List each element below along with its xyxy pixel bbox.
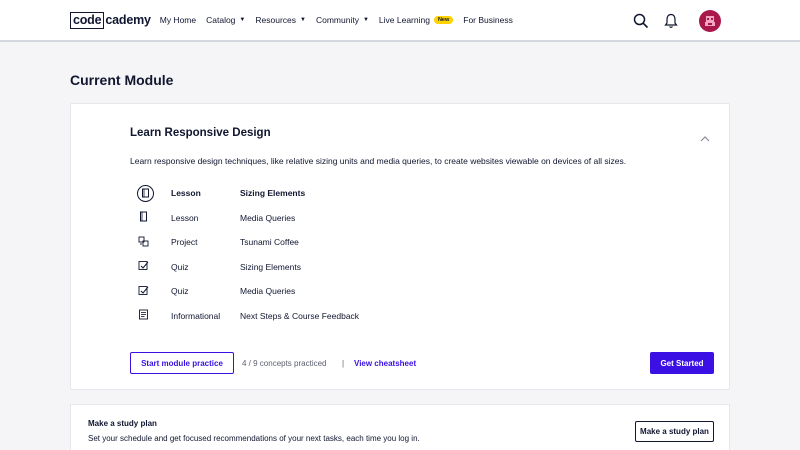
module-item-name: Next Steps & Course Feedback [240,310,360,321]
module-item[interactable]: Quiz Sizing Elements [138,255,458,280]
logo-code: code [70,11,105,29]
study-plan-description: Set your schedule and get focused recomm… [88,434,420,443]
concepts-practiced: 4 / 9 concepts practiced [242,359,327,368]
module-item-type: Project [171,237,198,248]
module-items-list: Lesson Sizing Elements Lesson Media Quer… [137,181,458,329]
chevron-down-icon: ▼ [362,17,369,23]
get-started-button[interactable]: Get Started [650,352,714,374]
nav-live-learning-label: Live Learning [378,15,430,25]
study-plan-title: Make a study plan [88,419,157,428]
module-item-name: Sizing Elements [240,261,301,272]
module-item-name: Sizing Elements [240,188,306,199]
module-item[interactable]: Quiz Media Queries [138,279,458,304]
nav-catalog[interactable]: Catalog ▼ [206,15,245,25]
lesson-icon [137,184,154,202]
main-nav: My Home Catalog ▼ Resources ▼ Community ▼ L… [160,15,523,25]
module-title: Learn Responsive Design [130,127,271,139]
nav-resources-label: Resources [255,15,297,25]
module-item-name: Media Queries [240,212,296,223]
module-item-type: Quiz [171,261,189,272]
article-icon [138,309,149,322]
separator: | [342,359,345,368]
quiz-icon [138,260,149,273]
nav-my-home-label: My Home [159,15,197,25]
module-item[interactable]: Project Tsunami Coffee [138,230,458,255]
module-item-type: Lesson [171,188,201,199]
module-item[interactable]: Informational Next Steps & Course Feedba… [138,304,458,329]
nav-community[interactable]: Community ▼ [316,15,369,25]
start-module-practice-button[interactable]: Start module practice [130,352,234,374]
module-item[interactable]: Lesson Sizing Elements [137,181,458,206]
page-title: Current Module [70,72,174,88]
codecademy-logo[interactable]: code cademy [70,11,151,29]
module-item-type: Quiz [171,286,189,297]
study-plan-card: Make a study plan Set your schedule and … [70,404,730,450]
nav-for-business[interactable]: For Business [463,15,513,25]
module-item-name: Media Queries [240,286,296,297]
module-item-type: Informational [171,310,221,321]
nav-live-learning[interactable]: Live Learning New [378,15,454,25]
nav-my-home[interactable]: My Home [160,15,196,25]
view-cheatsheet-link[interactable]: View cheatsheet [354,359,416,368]
chevron-down-icon: ▼ [239,17,246,23]
chevron-up-icon[interactable] [699,131,711,142]
module-item[interactable]: Lesson Media Queries [138,206,458,231]
make-study-plan-button[interactable]: Make a study plan [635,421,714,442]
search-icon[interactable] [631,11,651,31]
avatar[interactable] [699,10,721,32]
nav-catalog-label: Catalog [206,15,236,25]
module-item-type: Lesson [171,212,199,223]
project-icon [138,236,149,249]
lesson-icon [138,211,149,224]
chevron-down-icon: ▼ [300,17,306,23]
bell-icon[interactable] [661,11,681,31]
module-card: Learn Responsive Design Learn responsive… [70,103,730,390]
nav-resources[interactable]: Resources ▼ [255,15,306,25]
module-item-name: Tsunami Coffee [240,237,299,248]
new-badge: New [433,16,454,24]
nav-community-label: Community [315,15,359,25]
nav-for-business-label: For Business [463,15,513,25]
logo-cademy: cademy [105,12,151,27]
module-description: Learn responsive design techniques, like… [130,156,627,166]
top-navigation: code cademy My Home Catalog ▼ Resources ▼ C… [0,0,800,42]
quiz-icon [138,285,149,298]
